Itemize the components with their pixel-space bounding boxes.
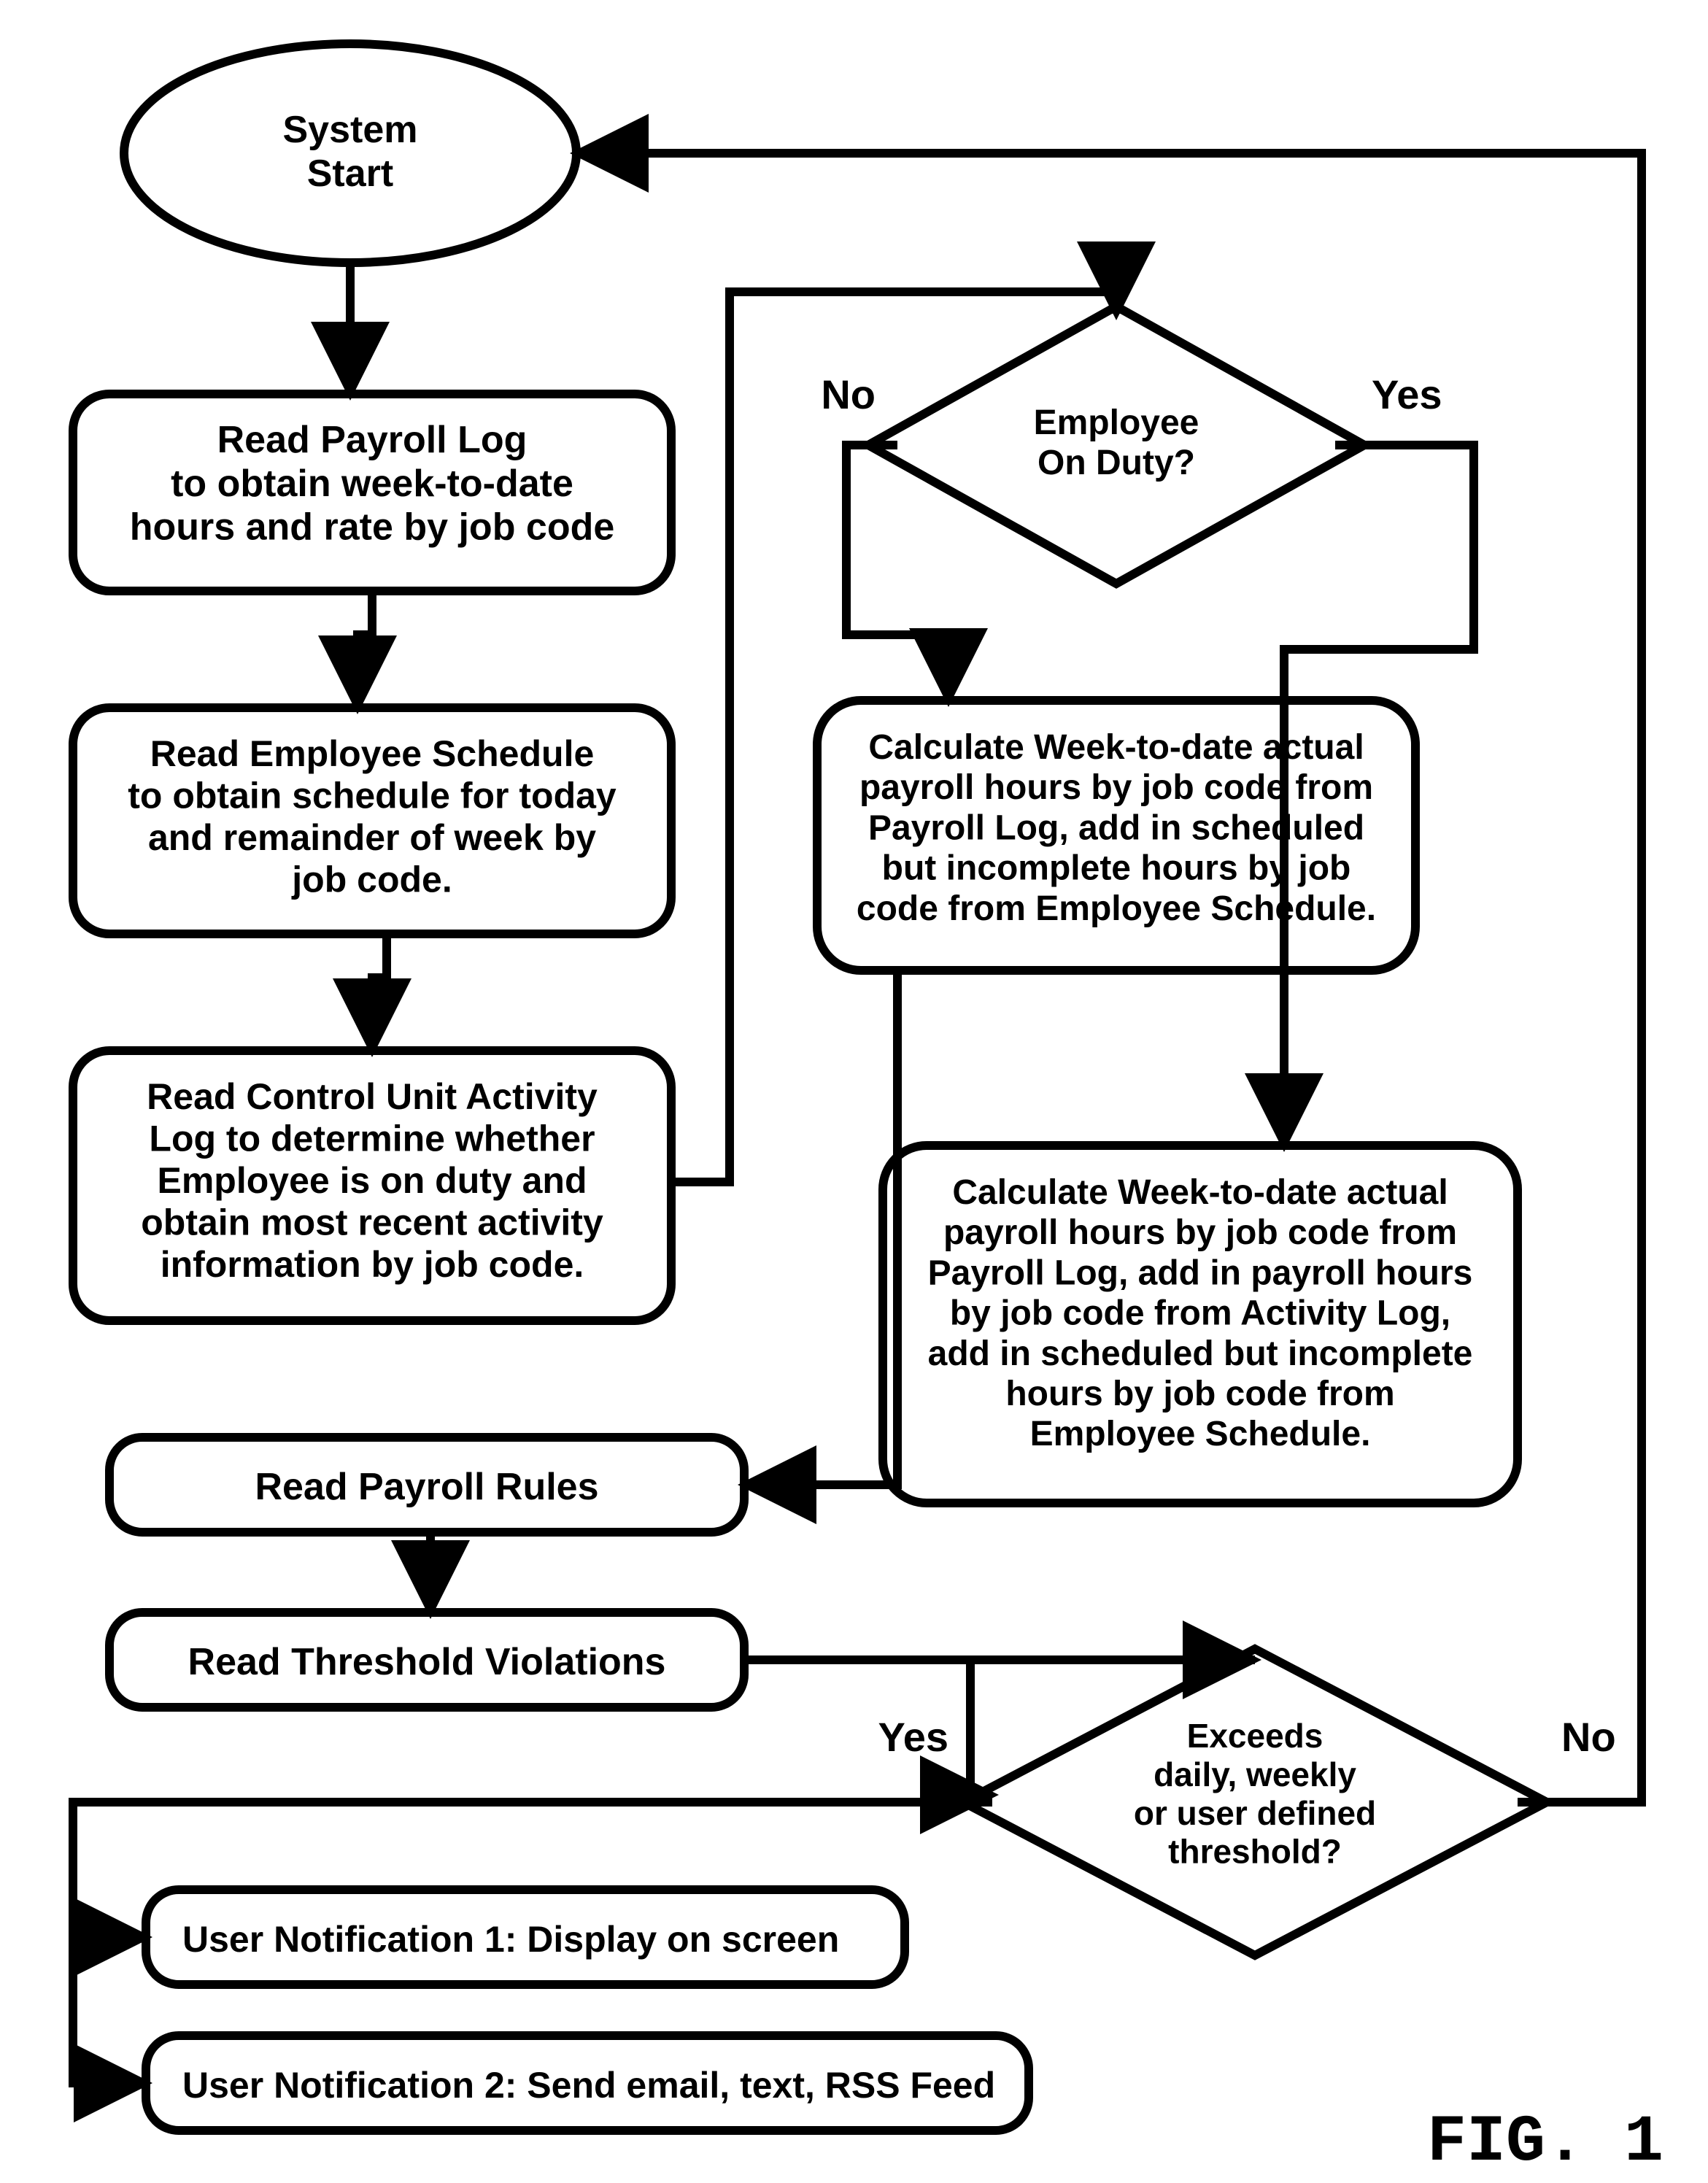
- exceeds-no-label: No: [1561, 1714, 1616, 1760]
- notify2-label: User Notification 2: Send email, text, R…: [182, 2065, 995, 2106]
- read-activity-label: Read Control Unit ActivityLog to determi…: [141, 1076, 603, 1285]
- notify1-label: User Notification 1: Display on screen: [182, 1919, 839, 1960]
- calc-yes-label: Calculate Week-to-date actualpayroll hou…: [928, 1173, 1473, 1453]
- read-rules-label: Read Payroll Rules: [255, 1466, 598, 1508]
- figure-label: FIG. 1: [1427, 2106, 1663, 2180]
- calc-no-label: Calculate Week-to-date actualpayroll hou…: [857, 728, 1376, 928]
- on-duty-yes-label: Yes: [1372, 371, 1442, 417]
- exceeds-yes-label: Yes: [878, 1714, 948, 1760]
- on-duty-no-label: No: [821, 371, 876, 417]
- read-threshold-label: Read Threshold Violations: [188, 1641, 666, 1683]
